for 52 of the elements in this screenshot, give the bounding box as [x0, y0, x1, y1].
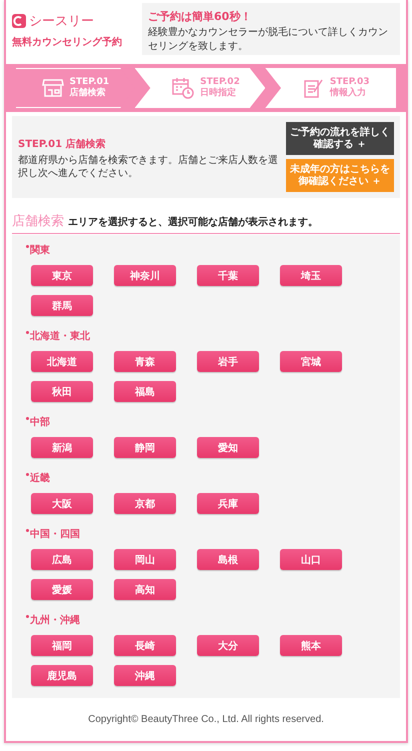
prefecture-button[interactable]: 京都	[114, 493, 176, 514]
prefecture-button[interactable]: 東京	[31, 265, 93, 286]
prefecture-button[interactable]: 福島	[114, 381, 176, 402]
prefecture-button[interactable]: 埼玉	[280, 265, 342, 286]
store-icon	[42, 78, 64, 98]
search-hint: エリアを選択すると、選択可能な店舗が表示されます。	[68, 215, 318, 229]
region-heading: 北海道・東北	[26, 329, 388, 343]
prefecture-button[interactable]: 長崎	[114, 635, 176, 656]
prefecture-button[interactable]: 大阪	[31, 493, 93, 514]
calendar-clock-icon	[172, 77, 194, 99]
prefecture-button[interactable]: 熊本	[280, 635, 342, 656]
prefecture-button[interactable]: 愛知	[197, 437, 259, 458]
prefecture-button[interactable]: 神奈川	[114, 265, 176, 286]
prefecture-button[interactable]: 群馬	[31, 295, 93, 316]
prefecture-button[interactable]: 高知	[114, 579, 176, 600]
region-heading: 中部	[26, 415, 388, 429]
logo-icon	[12, 14, 26, 28]
intro-title: STEP.01 店舗検索	[18, 137, 107, 150]
prefecture-button[interactable]: 静岡	[114, 437, 176, 458]
prefecture-button[interactable]: 広島	[31, 549, 93, 570]
promo-title: ご予約は簡単60秒！	[148, 9, 252, 24]
form-pencil-icon	[304, 78, 324, 98]
copyright: Copyright© BeautyThree Co., Ltd. All rights reserved.	[88, 714, 324, 725]
prefecture-button[interactable]: 島根	[197, 549, 259, 570]
info-button[interactable]: 未成年の方はこちらを御確認ください ＋	[286, 159, 394, 192]
prefecture-button[interactable]: 愛媛	[31, 579, 93, 600]
prefecture-button[interactable]: 宮城	[280, 351, 342, 372]
prefecture-button[interactable]: 青森	[114, 351, 176, 372]
prefecture-button[interactable]: 山口	[280, 549, 342, 570]
promo-text: 経験豊かなカウンセラーが脱毛について詳しくカウンセリングを致します。	[148, 26, 389, 53]
prefecture-button[interactable]: 福岡	[31, 635, 93, 656]
prefecture-button[interactable]: 岡山	[114, 549, 176, 570]
prefecture-button[interactable]: 鹿児島	[31, 665, 93, 686]
prefecture-button[interactable]: 沖縄	[114, 665, 176, 686]
intro-text: 都道府県から店舗を検索できます。店舗とご来店人数を選択し次へ進んでください。	[18, 154, 278, 180]
step-tab[interactable]: STEP.03 情報入力	[265, 68, 396, 108]
region-heading: 中国・四国	[26, 527, 388, 541]
brand-name: シースリー	[29, 13, 94, 30]
region-heading: 近畿	[26, 471, 388, 485]
prefecture-button[interactable]: 千葉	[197, 265, 259, 286]
prefecture-button[interactable]: 岩手	[197, 351, 259, 372]
prefecture-button[interactable]: 大分	[197, 635, 259, 656]
search-title: 店舗検索	[12, 213, 64, 230]
info-button[interactable]: ご予約の流れを詳しく確認する ＋	[286, 122, 394, 155]
prefecture-button[interactable]: 秋田	[31, 381, 93, 402]
region-heading: 九州・沖縄	[26, 613, 388, 627]
region-heading: 関東	[26, 243, 388, 257]
brand-subtitle: 無料カウンセリング予約	[12, 36, 123, 49]
prefecture-button[interactable]: 北海道	[31, 351, 93, 372]
step-tab[interactable]: STEP.02 日時指定	[134, 68, 266, 108]
prefecture-button[interactable]: 兵庫	[197, 493, 259, 514]
prefecture-button[interactable]: 新潟	[31, 437, 93, 458]
